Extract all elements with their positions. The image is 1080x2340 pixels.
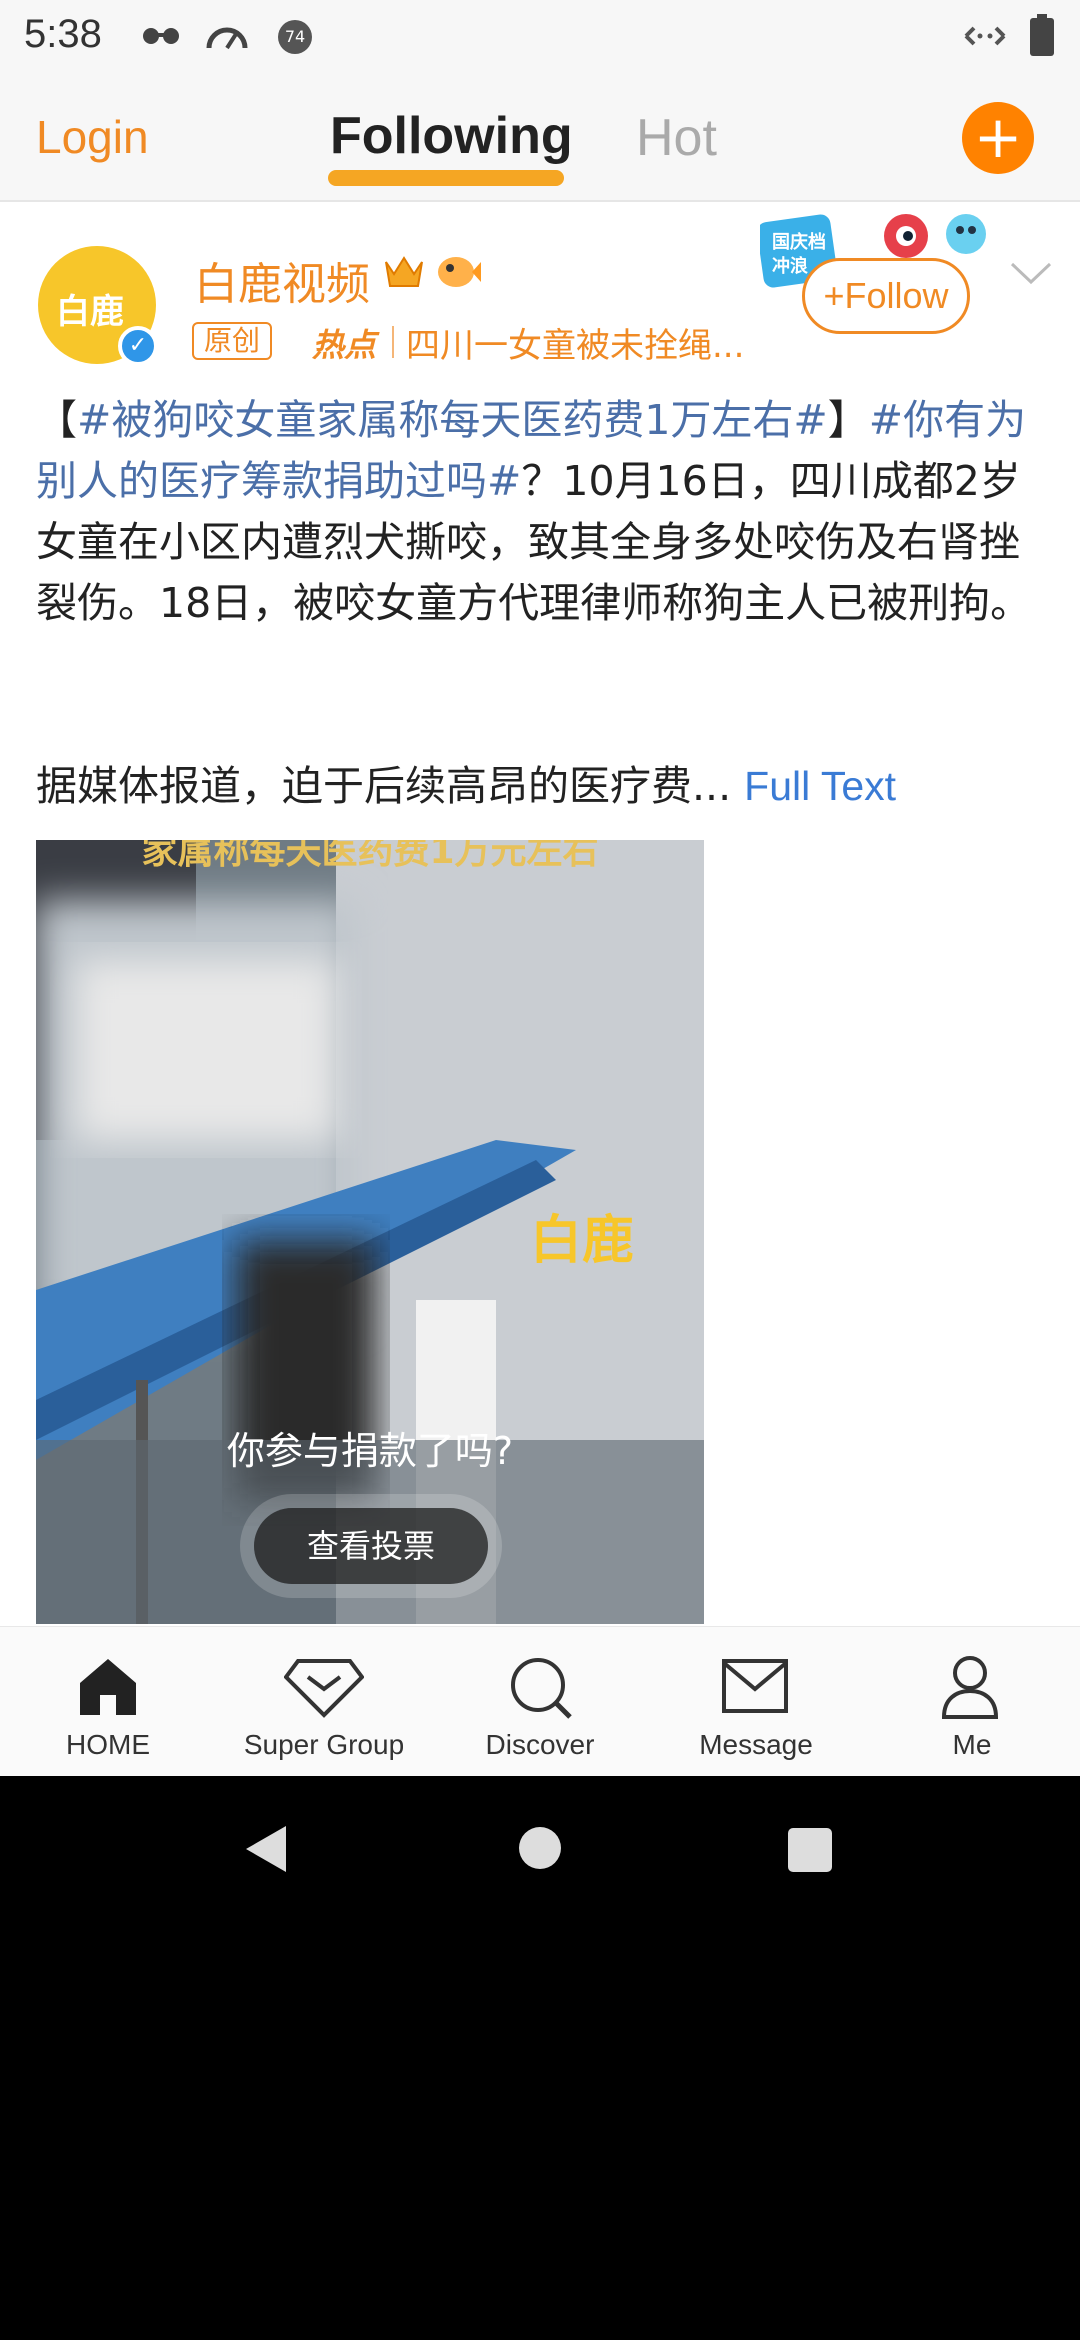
status-time: 5:38 <box>24 12 102 56</box>
hot-divider <box>392 326 394 358</box>
diamond-icon <box>284 1659 364 1718</box>
original-tag: 原创 <box>192 322 273 360</box>
avatar-logo: 白鹿 <box>56 292 124 332</box>
svg-text:国庆档: 国庆档 <box>772 231 826 253</box>
verified-icon: ✓ <box>118 326 158 366</box>
active-tab-indicator <box>328 170 564 186</box>
view-poll-button[interactable]: 查看投票 <box>254 1508 488 1584</box>
compose-plus-button[interactable]: + <box>962 102 1034 174</box>
login-link[interactable]: Login <box>36 110 149 164</box>
home-circle-icon[interactable] <box>518 1826 562 1870</box>
hot-topic-link[interactable]: 四川一女童被未拴绳... <box>406 318 744 367</box>
post-video[interactable]: 家属称每天医药费1万元左右 白鹿 你参与捐款了吗? 查看投票 <box>36 840 704 1624</box>
back-icon[interactable] <box>244 1824 288 1874</box>
full-text-link[interactable]: Full Text <box>744 763 896 809</box>
tab-following[interactable]: Following <box>330 106 573 166</box>
nav-message-label: Message <box>699 1729 813 1760</box>
nav-me[interactable]: Me <box>864 1627 1080 1777</box>
bottom-navigation: HOME Super Group Discover Message Me <box>0 1626 1080 1776</box>
video-caption: 家属称每天医药费1万元左右 <box>141 840 599 872</box>
battery-icon <box>1030 14 1054 56</box>
system-navigation-bar <box>0 1776 1080 1920</box>
home-icon <box>80 1659 136 1715</box>
fish-badge-icon <box>438 257 481 287</box>
nav-home[interactable]: HOME <box>0 1627 216 1777</box>
post-text: 【#被狗咬女童家属称每天医药费1万左右#】#你有为别人的医疗筹款捐助过吗#？10… <box>36 396 1032 627</box>
nav-home-label: HOME <box>66 1729 150 1760</box>
app-screen: 5:38 74 Login Following Hot + 白鹿 ✓ 白鹿视频 … <box>0 0 1080 1776</box>
person-icon <box>941 1656 999 1719</box>
post-excerpt: 据媒体报道，迫于后续高昂的医疗费... <box>36 762 732 810</box>
nav-me-label: Me <box>952 1729 992 1760</box>
post-text-more: 据媒体报道，迫于后续高昂的医疗费... Full Text <box>36 756 1046 817</box>
top-header: Login Following Hot + <box>0 72 1080 202</box>
tab-hot[interactable]: Hot <box>636 108 717 168</box>
crown-badge-icon <box>385 256 423 287</box>
video-watermark: 白鹿 <box>530 1211 635 1271</box>
hot-label: 热点 <box>312 326 377 364</box>
plus-icon: + <box>973 103 1023 171</box>
hashtag-link-1[interactable]: #被狗咬女童家属称每天医药费1万左右# <box>77 396 828 444</box>
mail-icon <box>722 1659 788 1713</box>
nav-super-group[interactable]: Super Group <box>216 1627 432 1777</box>
glasses-icon <box>143 28 179 44</box>
notification-count-icon: 74 <box>278 20 312 54</box>
recents-icon[interactable] <box>788 1828 832 1872</box>
nav-message[interactable]: Message <box>648 1627 864 1777</box>
poll-question: 你参与捐款了吗? <box>226 1429 514 1473</box>
nav-discover-label: Discover <box>485 1729 595 1760</box>
nav-super-group-label: Super Group <box>243 1729 405 1760</box>
search-icon <box>511 1658 572 1719</box>
nav-discover[interactable]: Discover <box>432 1627 648 1777</box>
data-arrows-icon <box>964 26 1006 46</box>
svg-text:冲浪: 冲浪 <box>772 255 808 277</box>
chevron-down-icon[interactable] <box>1008 258 1054 288</box>
follow-button[interactable]: +Follow <box>802 258 970 334</box>
speedometer-icon <box>206 27 248 50</box>
author-name[interactable]: 白鹿视频 <box>194 248 370 312</box>
status-bar: 5:38 74 <box>0 0 1080 72</box>
